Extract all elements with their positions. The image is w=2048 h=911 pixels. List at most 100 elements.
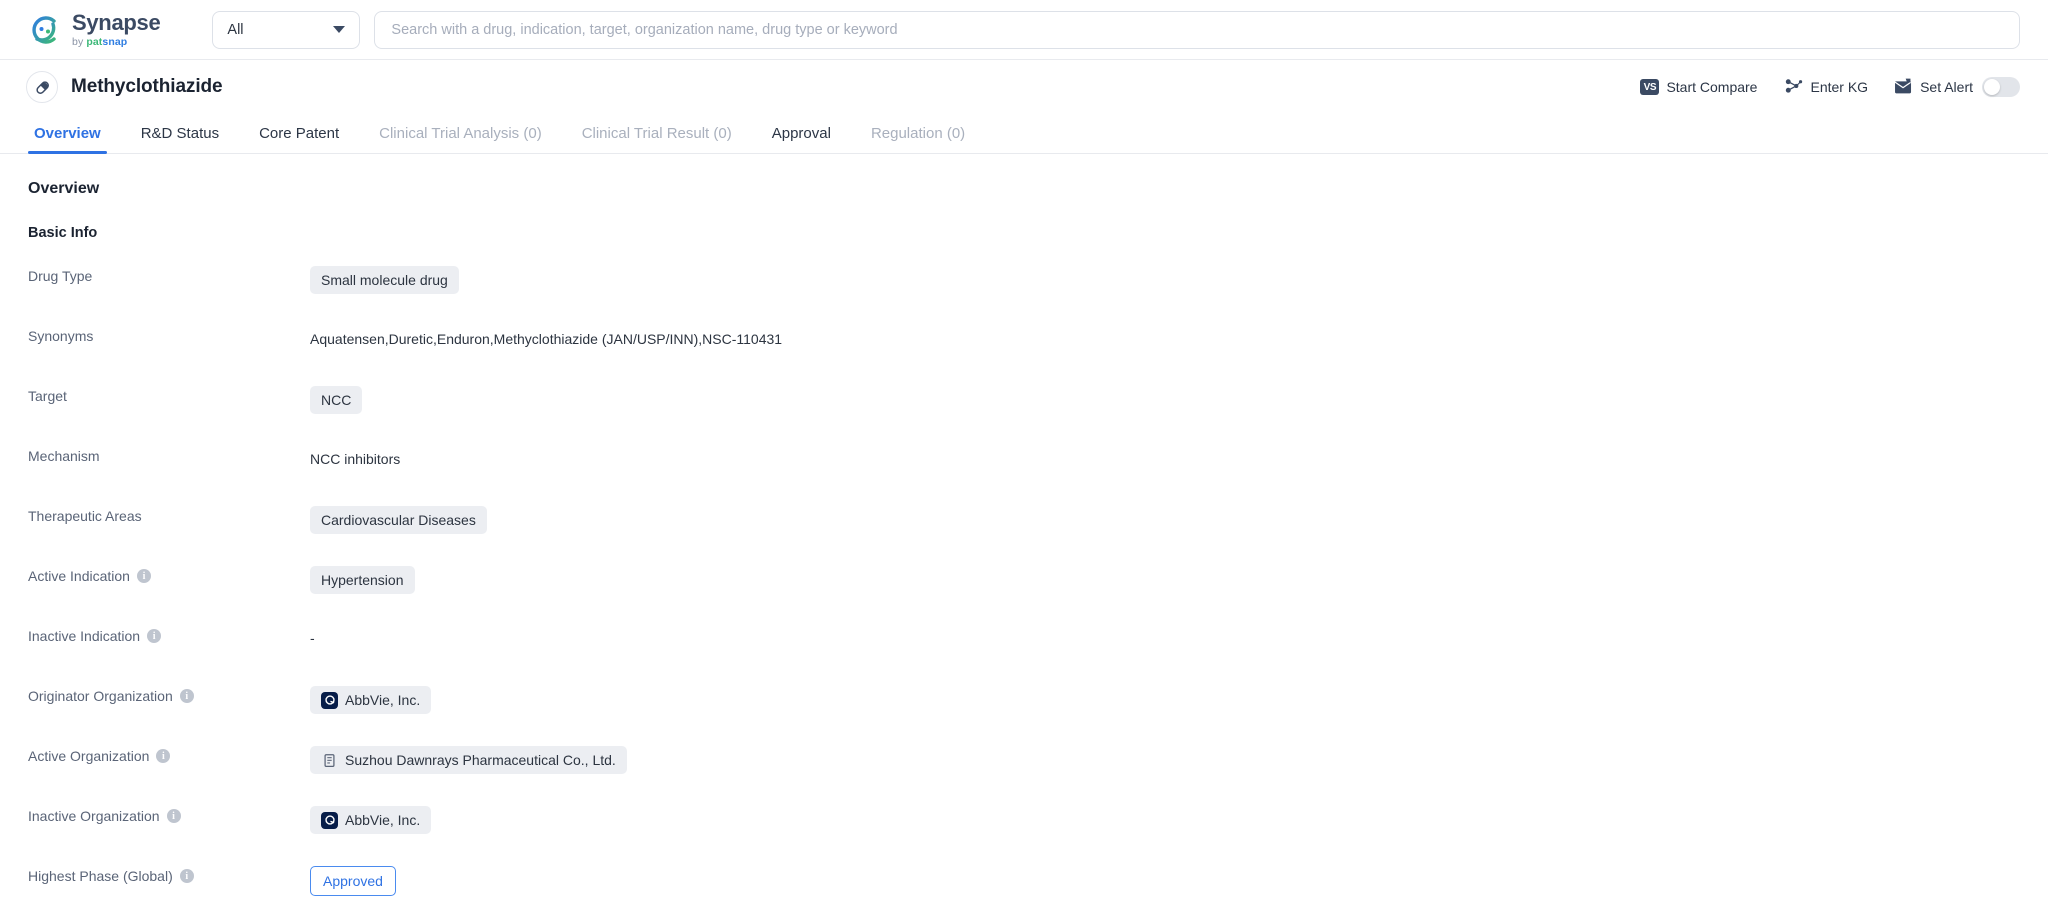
info-value-drug-type: Small molecule drug — [310, 265, 459, 295]
label-text: Active Indication — [28, 568, 130, 584]
info-label-inactive-organization: Inactive Organization i — [28, 805, 310, 824]
top-bar: Synapse by patsnap All — [0, 0, 2048, 60]
label-text: Mechanism — [28, 448, 100, 464]
info-row-synonyms: Synonyms Aquatensen,Duretic,Enduron,Methy… — [28, 325, 2048, 385]
info-label-target: Target — [28, 385, 310, 404]
organization-name: AbbVie, Inc. — [345, 812, 421, 828]
content-panel-wrapper: Overview Basic Info Drug Type Small molec… — [0, 154, 2048, 911]
start-compare-button[interactable]: VS Start Compare — [1640, 79, 1757, 95]
drug-header: Methyclothiazide VS Start Compare Enter … — [0, 60, 2048, 114]
start-compare-label: Start Compare — [1666, 79, 1758, 95]
info-tooltip-icon[interactable]: i — [156, 749, 171, 763]
tab-r-d-status[interactable]: R&D Status — [121, 125, 239, 153]
abbvie-logo-icon — [321, 691, 338, 709]
text-value: Aquatensen,Duretic,Enduron,Methyclothiaz… — [310, 331, 783, 347]
search-input[interactable] — [374, 10, 2020, 49]
info-row-inactive-organization: Inactive Organization i AbbVie, Inc. — [28, 805, 2048, 865]
value-chip[interactable]: Cardiovascular Diseases — [310, 506, 487, 535]
info-tooltip-icon[interactable]: i — [136, 569, 151, 583]
label-text: Active Organization — [28, 748, 150, 764]
search-field-wrapper — [374, 10, 2020, 49]
info-value-synonyms: Aquatensen,Duretic,Enduron,Methyclothiaz… — [310, 325, 782, 350]
empty-value: - — [310, 630, 315, 646]
enter-kg-button[interactable]: Enter KG — [1783, 77, 1868, 97]
organization-chip[interactable]: AbbVie, Inc. — [310, 806, 432, 835]
info-value-mechanism: NCC inhibitors — [310, 445, 400, 470]
info-row-highest-phase-global: Highest Phase (Global) i Approved — [28, 865, 2048, 911]
page-title: Methyclothiazide — [71, 76, 223, 97]
info-value-therapeutic-areas: Cardiovascular Diseases — [310, 505, 487, 535]
info-label-drug-type: Drug Type — [28, 265, 310, 284]
info-label-inactive-indication: Inactive Indication i — [28, 625, 310, 644]
info-label-highest-phase-global: Highest Phase (Global) i — [28, 865, 310, 884]
brand-tagline: by patsnap — [72, 35, 128, 48]
value-chip[interactable]: Small molecule drug — [310, 266, 459, 295]
text-value: NCC inhibitors — [310, 451, 401, 467]
basic-info-rows: Drug Type Small molecule drug Synonyms Aqua… — [28, 265, 2048, 911]
organization-chip[interactable]: AbbVie, Inc. — [310, 686, 432, 715]
info-value-highest-phase-global: Approved — [310, 865, 396, 897]
set-alert-label: Set Alert — [1920, 79, 1973, 95]
label-text: Originator Organization — [28, 688, 173, 704]
tab-clinical-trial-analysis-0[interactable]: Clinical Trial Analysis (0) — [359, 125, 562, 153]
tab-approval[interactable]: Approval — [752, 125, 851, 153]
label-text: Inactive Indication — [28, 628, 141, 644]
brand-name: Synapse — [72, 9, 161, 35]
label-text: Synonyms — [28, 328, 94, 344]
info-value-originator-organization: AbbVie, Inc. — [310, 685, 432, 715]
search-scope-select[interactable]: All — [212, 10, 361, 49]
tab-clinical-trial-result-0[interactable]: Clinical Trial Result (0) — [562, 125, 752, 153]
info-tooltip-icon[interactable]: i — [147, 629, 162, 643]
knowledge-graph-icon — [1783, 77, 1803, 97]
info-label-mechanism: Mechanism — [28, 445, 310, 464]
set-alert-toggle[interactable] — [1982, 77, 2020, 97]
info-row-inactive-indication: Inactive Indication i - — [28, 625, 2048, 685]
overview-heading: Overview — [28, 180, 100, 197]
phase-badge[interactable]: Approved — [310, 866, 396, 897]
info-value-active-indication: Hypertension — [310, 565, 415, 595]
info-label-originator-organization: Originator Organization i — [28, 685, 310, 704]
set-alert-control[interactable]: Set Alert — [1894, 77, 2020, 97]
info-tooltip-icon[interactable]: i — [179, 689, 194, 703]
info-label-therapeutic-areas: Therapeutic Areas — [28, 505, 310, 524]
tab-bar: Overview R&D Status Core Patent Clinical Tr… — [0, 114, 2048, 154]
info-label-synonyms: Synonyms — [28, 325, 310, 344]
value-chip[interactable]: Hypertension — [310, 566, 415, 595]
label-text: Highest Phase (Global) — [28, 868, 173, 884]
tab-core-patent[interactable]: Core Patent — [239, 125, 359, 153]
organization-chip[interactable]: Suzhou Dawnrays Pharmaceutical Co., Ltd. — [310, 746, 627, 775]
info-row-active-organization: Active Organization i Suzhou Dawnrays Phar… — [28, 745, 2048, 805]
label-text: Inactive Organization — [28, 808, 160, 824]
info-label-active-organization: Active Organization i — [28, 745, 310, 764]
pill-icon — [26, 71, 58, 103]
label-text: Drug Type — [28, 268, 93, 284]
building-icon — [321, 752, 338, 769]
header-actions: VS Start Compare Enter KG Set Alert — [1640, 77, 2020, 97]
info-tooltip-icon[interactable]: i — [166, 809, 181, 823]
info-value-target: NCC — [310, 385, 363, 415]
info-value-inactive-organization: AbbVie, Inc. — [310, 805, 432, 835]
info-row-mechanism: Mechanism NCC inhibitors — [28, 445, 2048, 505]
organization-name: Suzhou Dawnrays Pharmaceutical Co., Ltd. — [345, 752, 616, 768]
value-chip[interactable]: NCC — [310, 386, 363, 415]
search-scope-value: All — [227, 21, 244, 38]
chevron-down-icon — [333, 26, 346, 33]
tab-overview[interactable]: Overview — [14, 125, 121, 154]
abbvie-logo-icon — [321, 811, 338, 829]
info-value-active-organization: Suzhou Dawnrays Pharmaceutical Co., Ltd. — [310, 745, 627, 775]
organization-name: AbbVie, Inc. — [345, 692, 421, 708]
brand-logo[interactable]: Synapse by patsnap — [28, 9, 161, 48]
overview-content: Overview Basic Info Drug Type Small molec… — [0, 154, 2048, 911]
label-text: Therapeutic Areas — [28, 508, 142, 524]
enter-kg-label: Enter KG — [1810, 79, 1869, 95]
info-row-drug-type: Drug Type Small molecule drug — [28, 265, 2048, 325]
tab-regulation-0[interactable]: Regulation (0) — [851, 125, 985, 153]
versus-icon: VS — [1640, 79, 1660, 95]
label-text: Target — [28, 388, 67, 404]
synapse-logo-icon — [28, 13, 62, 47]
info-row-therapeutic-areas: Therapeutic Areas Cardiovascular Diseases — [28, 505, 2048, 565]
toggle-knob — [1984, 79, 2000, 95]
info-tooltip-icon[interactable]: i — [179, 869, 194, 883]
info-value-inactive-indication: - — [310, 625, 315, 646]
alert-mail-icon — [1894, 78, 1913, 97]
